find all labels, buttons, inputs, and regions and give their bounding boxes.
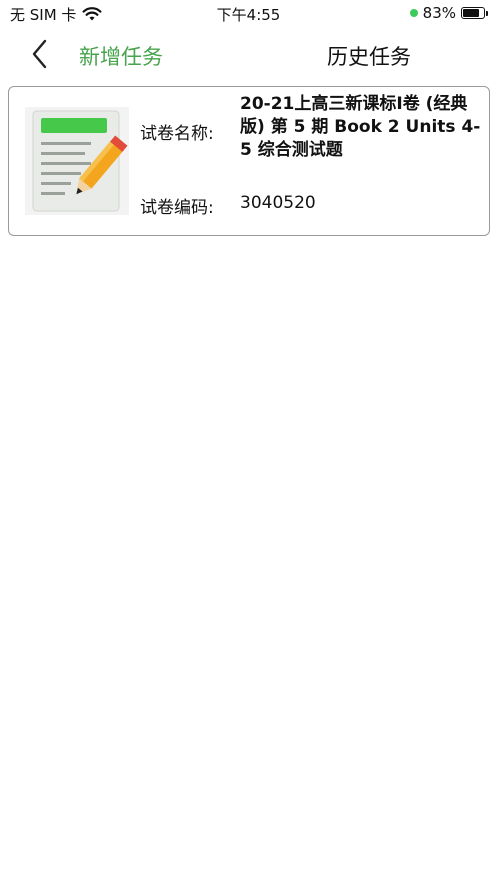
- paper-name-value: 20-21上高三新课标I卷 (经典版) 第 5 期 Book 2 Units 4…: [240, 94, 481, 160]
- battery-percent: 83%: [422, 4, 456, 22]
- charging-dot-icon: [409, 9, 418, 17]
- paper-code-label: 试卷编码:: [140, 198, 214, 218]
- paper-code-value: 3040520: [240, 193, 316, 213]
- paper-name-label: 试卷名称:: [140, 124, 214, 144]
- back-chevron-icon[interactable]: [26, 38, 54, 70]
- nav-bar: 新增任务 历史任务: [0, 28, 497, 80]
- task-card[interactable]: 试卷名称: 20-21上高三新课标I卷 (经典版) 第 5 期 Book 2 U…: [8, 86, 490, 236]
- battery-fill: [463, 9, 479, 17]
- battery-icon: [461, 7, 488, 19]
- battery-group: 83%: [409, 4, 488, 22]
- status-bar: 无 SIM 卡 下午4:55 83%: [0, 0, 497, 28]
- tab-new-task[interactable]: 新增任务: [79, 41, 163, 71]
- battery-cap: [486, 11, 488, 16]
- document-edit-icon: [25, 107, 129, 215]
- tab-history-task[interactable]: 历史任务: [327, 41, 411, 71]
